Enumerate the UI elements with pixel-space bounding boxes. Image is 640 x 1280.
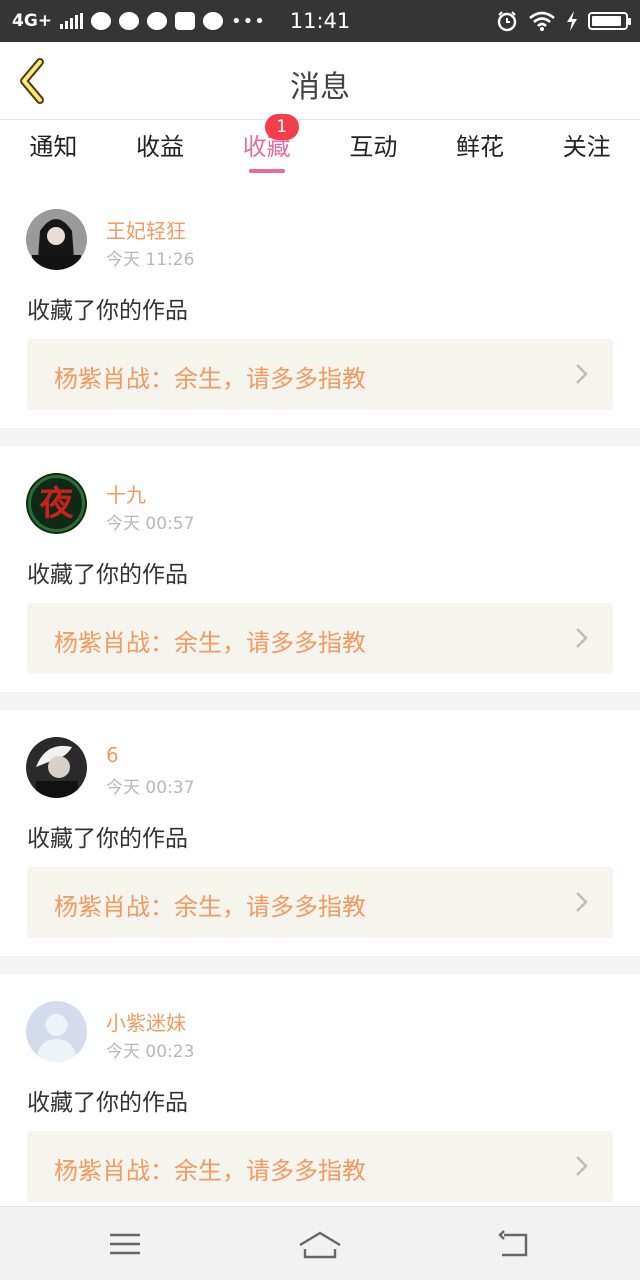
wifi-icon bbox=[529, 11, 555, 31]
work-link[interactable]: 杨紫肖战：余生，请多多指教 bbox=[27, 339, 613, 410]
timestamp: 今天 00:23 bbox=[106, 1042, 195, 1062]
system-nav-bar bbox=[0, 1206, 640, 1280]
message-list: 王妃轻狂 今天 11:26 收藏了你的作品 杨紫肖战：余生，请多多指教 夜 十九… bbox=[0, 182, 640, 1220]
tab-notifications[interactable]: 通知 bbox=[0, 121, 107, 177]
menu-icon[interactable] bbox=[100, 1227, 150, 1261]
chevron-right-icon bbox=[576, 364, 588, 384]
message-item: 6 今天 00:37 收藏了你的作品 杨紫肖战：余生，请多多指教 bbox=[0, 710, 640, 956]
unread-badge: 1 bbox=[264, 114, 299, 140]
back-icon[interactable] bbox=[490, 1227, 540, 1261]
timestamp: 今天 00:37 bbox=[106, 778, 195, 798]
tab-bar: 通知 收益 收藏 1 互动 鲜花 关注 bbox=[0, 114, 640, 177]
mail-icon bbox=[175, 12, 196, 30]
network-label: 4G+ bbox=[12, 11, 53, 31]
tab-flowers[interactable]: 鲜花 bbox=[427, 121, 534, 177]
header: 消息 bbox=[0, 42, 640, 120]
chevron-right-icon bbox=[576, 628, 588, 648]
tab-earnings[interactable]: 收益 bbox=[107, 121, 214, 177]
tab-follows[interactable]: 关注 bbox=[533, 121, 640, 177]
action-text: 收藏了你的作品 bbox=[27, 562, 188, 588]
avatar[interactable] bbox=[26, 737, 87, 798]
avatar[interactable] bbox=[26, 1001, 87, 1062]
home-icon[interactable] bbox=[295, 1227, 345, 1261]
avatar[interactable] bbox=[26, 209, 87, 270]
page-title: 消息 bbox=[290, 70, 350, 105]
timestamp: 今天 11:26 bbox=[106, 250, 195, 270]
action-text: 收藏了你的作品 bbox=[27, 1090, 188, 1116]
message-item: 王妃轻狂 今天 11:26 收藏了你的作品 杨紫肖战：余生，请多多指教 bbox=[0, 182, 640, 428]
divider bbox=[0, 428, 640, 446]
signal-icon bbox=[60, 13, 84, 29]
tab-interactions[interactable]: 互动 bbox=[320, 121, 427, 177]
divider bbox=[0, 956, 640, 974]
message-icon bbox=[203, 12, 224, 30]
work-link[interactable]: 杨紫肖战：余生，请多多指教 bbox=[27, 867, 613, 938]
tab-label: 互动 bbox=[349, 133, 398, 161]
work-title: 杨紫肖战：余生，请多多指教 bbox=[54, 365, 366, 393]
work-title: 杨紫肖战：余生，请多多指教 bbox=[54, 893, 366, 921]
more-icon: ••• bbox=[231, 10, 266, 32]
work-title: 杨紫肖战：余生，请多多指教 bbox=[54, 1157, 366, 1185]
tab-label: 通知 bbox=[29, 133, 78, 161]
avatar[interactable]: 夜 bbox=[26, 473, 87, 534]
username[interactable]: 小紫迷妹 bbox=[106, 1007, 186, 1036]
work-link[interactable]: 杨紫肖战：余生，请多多指教 bbox=[27, 603, 613, 674]
chevron-right-icon bbox=[576, 892, 588, 912]
tab-label: 鲜花 bbox=[456, 133, 505, 161]
username[interactable]: 6 bbox=[106, 743, 119, 767]
work-title: 杨紫肖战：余生，请多多指教 bbox=[54, 629, 366, 657]
username[interactable]: 王妃轻狂 bbox=[106, 215, 186, 244]
divider bbox=[0, 692, 640, 710]
chevron-right-icon bbox=[576, 1156, 588, 1176]
action-text: 收藏了你的作品 bbox=[27, 826, 188, 852]
svg-text:夜: 夜 bbox=[39, 484, 75, 524]
username[interactable]: 十九 bbox=[106, 479, 146, 508]
alarm-icon bbox=[497, 11, 517, 32]
app-icon bbox=[91, 12, 112, 30]
message-item: 夜 十九 今天 00:57 收藏了你的作品 杨紫肖战：余生，请多多指教 bbox=[0, 446, 640, 692]
tab-label: 收益 bbox=[136, 133, 184, 161]
tab-favorites[interactable]: 收藏 1 bbox=[213, 114, 320, 177]
message-item: 小紫迷妹 今天 00:23 收藏了你的作品 杨紫肖战：余生，请多多指教 bbox=[0, 974, 640, 1220]
action-text: 收藏了你的作品 bbox=[27, 298, 188, 324]
weibo-icon bbox=[119, 12, 140, 30]
work-link[interactable]: 杨紫肖战：余生，请多多指教 bbox=[27, 1131, 613, 1202]
wechat-icon bbox=[147, 12, 168, 30]
status-bar: 4G+ ••• 11:41 bbox=[0, 0, 640, 42]
tab-label: 关注 bbox=[562, 133, 611, 161]
charging-icon bbox=[567, 11, 577, 31]
battery-icon bbox=[588, 12, 631, 30]
timestamp: 今天 00:57 bbox=[106, 514, 195, 534]
